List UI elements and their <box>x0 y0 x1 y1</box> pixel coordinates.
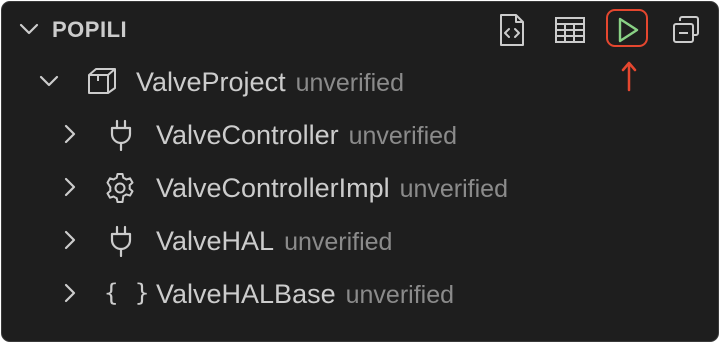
gear-icon <box>104 172 134 203</box>
chevron-down-icon[interactable] <box>17 17 41 41</box>
chevron-right-icon[interactable] <box>58 122 82 146</box>
table-view-button[interactable] <box>549 10 591 50</box>
play-icon <box>615 16 641 44</box>
tree-item-row[interactable]: { } ValveHALBase unverified <box>2 267 718 320</box>
file-code-icon <box>497 13 527 47</box>
tree-item-row[interactable]: ValveControllerImpl unverified <box>2 161 718 214</box>
chevron-right-icon[interactable] <box>58 281 82 305</box>
collapse-all-button[interactable] <box>665 10 707 50</box>
table-icon <box>554 15 586 45</box>
tree-item-label: ValveProject unverified <box>136 66 404 99</box>
chevron-right-icon[interactable] <box>58 175 82 199</box>
tree-item-row[interactable]: ValveHAL unverified <box>2 214 718 267</box>
chevron-down-icon[interactable] <box>37 69 61 93</box>
collapse-all-icon <box>671 15 701 45</box>
tree-item-row[interactable]: ValveController unverified <box>2 108 718 161</box>
plug-icon <box>106 225 136 257</box>
item-name: ValveHALBase <box>156 279 336 309</box>
explorer-panel: POPILI ValveProject unverified ValveCont… <box>1 1 719 342</box>
tree-item-label: ValveHALBase unverified <box>156 278 454 311</box>
run-button[interactable] <box>607 10 649 50</box>
open-file-button[interactable] <box>491 10 533 50</box>
item-status: unverified <box>284 228 393 256</box>
item-name: ValveController <box>156 120 339 150</box>
item-status: unverified <box>348 122 457 150</box>
tree-root-row[interactable]: ValveProject unverified <box>2 55 718 108</box>
item-name: ValveControllerImpl <box>156 173 390 203</box>
tree-item-label: ValveController unverified <box>156 119 457 152</box>
chevron-right-icon[interactable] <box>58 228 82 252</box>
section-header[interactable]: POPILI <box>2 2 718 56</box>
item-name: ValveHAL <box>156 226 275 256</box>
braces-icon: { } <box>104 279 151 307</box>
item-name: ValveProject <box>136 67 286 97</box>
item-status: unverified <box>399 175 508 203</box>
tree-item-label: ValveControllerImpl unverified <box>156 172 508 205</box>
section-title: POPILI <box>52 17 128 42</box>
plug-icon <box>106 119 136 151</box>
package-icon <box>86 66 116 96</box>
item-status: unverified <box>345 281 455 309</box>
item-status: unverified <box>295 69 404 97</box>
tree-item-label: ValveHAL unverified <box>156 225 392 258</box>
